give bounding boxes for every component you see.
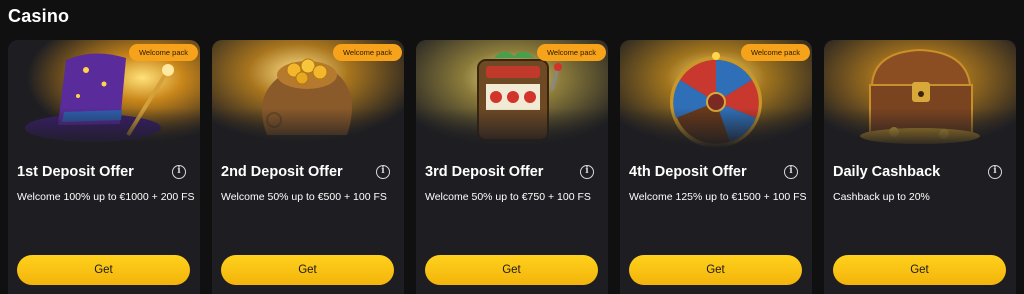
info-icon[interactable]: i: [172, 165, 186, 179]
card-title: 2nd Deposit Offer: [221, 164, 343, 180]
card-title: 3rd Deposit Offer: [425, 164, 544, 180]
welcome-pack-badge: Welcome pack: [740, 44, 810, 61]
welcome-pack-badge: Welcome pack: [536, 44, 606, 61]
get-button[interactable]: Get: [833, 255, 1006, 285]
welcome-pack-badge: Welcome pack: [332, 44, 402, 61]
info-icon[interactable]: i: [784, 165, 798, 179]
get-button[interactable]: Get: [17, 255, 190, 285]
card-description: Cashback up to 20%: [833, 191, 930, 203]
offer-cards: Welcome pack 1st Deposit Offer i Welcome…: [8, 40, 1016, 294]
card-description: Welcome 50% up to €500 + 100 FS: [221, 191, 387, 203]
card-title: 4th Deposit Offer: [629, 164, 747, 180]
offer-card-daily-cashback[interactable]: Daily Cashback i Cashback up to 20% Get: [824, 40, 1016, 294]
welcome-pack-badge: Welcome pack: [128, 44, 198, 61]
get-button[interactable]: Get: [629, 255, 802, 285]
card-description: Welcome 100% up to €1000 + 200 FS: [17, 191, 195, 203]
section-title: Casino: [8, 6, 70, 26]
card-title: Daily Cashback: [833, 164, 941, 180]
card-description: Welcome 50% up to €750 + 100 FS: [425, 191, 591, 203]
info-icon[interactable]: i: [988, 165, 1002, 179]
info-icon[interactable]: i: [376, 165, 390, 179]
offer-card-1st-deposit[interactable]: Welcome pack 1st Deposit Offer i Welcome…: [8, 40, 200, 294]
card-title: 1st Deposit Offer: [17, 164, 134, 180]
offer-card-3rd-deposit[interactable]: Welcome pack 3rd Deposit Offer i Welcome…: [416, 40, 608, 294]
get-button[interactable]: Get: [221, 255, 394, 285]
card-description: Welcome 125% up to €1500 + 100 FS: [629, 191, 807, 203]
offer-card-2nd-deposit[interactable]: Welcome pack 2nd Deposit Offer i Welcome…: [212, 40, 404, 294]
offer-card-4th-deposit[interactable]: Welcome pack 4th Deposit Offer i Welcome…: [620, 40, 812, 294]
treasure-chest-icon: [824, 40, 1016, 148]
info-icon[interactable]: i: [580, 165, 594, 179]
get-button[interactable]: Get: [425, 255, 598, 285]
